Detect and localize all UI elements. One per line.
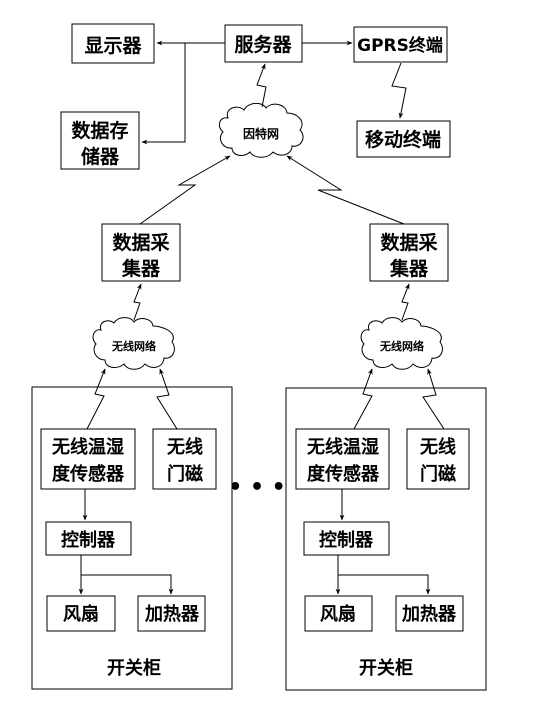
cabinet-left-door-line2: 门磁 xyxy=(167,463,203,485)
cabinet-left-sensor-line1: 无线温湿 xyxy=(52,436,124,458)
gprs-terminal-node: GPRS终端 xyxy=(353,26,448,63)
edge-internet-server xyxy=(256,63,267,108)
server-label: 服务器 xyxy=(234,33,292,56)
cabinet-right-door-line1: 无线 xyxy=(420,436,456,458)
internet-cloud: 因特网 xyxy=(218,102,304,158)
diagram-canvas: 显示器 服务器 GPRS终端 数据存 储器 移动终端 因特网 数据采 集器 数据… xyxy=(0,0,546,724)
switch-cabinet-right: 无线温湿 度传感器 无线 门磁 控制器 风扇 加热器 开关柜 xyxy=(285,368,487,691)
collector-right-node: 数据采 集器 xyxy=(369,223,449,282)
collector-right-label-line2: 集器 xyxy=(389,257,429,280)
cabinet-left-sensor-line2: 度传感器 xyxy=(52,463,125,485)
collector-left-label-line1: 数据采 xyxy=(112,231,169,254)
internet-label: 因特网 xyxy=(243,126,279,141)
cabinet-left-controller-label: 控制器 xyxy=(61,529,116,551)
switch-cabinet-left: 无线温湿 度传感器 无线 门磁 控制器 风扇 加热器 开关柜 xyxy=(31,368,233,690)
data-storage-node: 数据存 储器 xyxy=(60,111,140,170)
edge-collector-left-internet xyxy=(139,155,231,225)
cabinet-right-door-line2: 门磁 xyxy=(420,463,456,485)
edge-gprs-mobile xyxy=(391,62,407,119)
cabinet-right-controller-label: 控制器 xyxy=(319,529,374,551)
diagram-svg: 显示器 服务器 GPRS终端 数据存 储器 移动终端 因特网 数据采 集器 数据… xyxy=(31,23,487,691)
cabinet-left-heater-label: 加热器 xyxy=(144,603,200,625)
edge-wnet-left-collector xyxy=(133,283,142,321)
cabinet-left-label: 开关柜 xyxy=(107,657,161,679)
wireless-net-left-label: 无线网络 xyxy=(111,339,156,353)
display-node: 显示器 xyxy=(71,23,155,64)
collector-left-node: 数据采 集器 xyxy=(101,223,181,282)
cabinet-right-sensor-line2: 度传感器 xyxy=(307,463,380,485)
data-storage-label-line2: 储器 xyxy=(81,145,120,168)
cabinet-right-heater-label: 加热器 xyxy=(401,603,457,625)
cabinet-right-sensor-line1: 无线温湿 xyxy=(307,436,379,458)
wireless-net-left-cloud: 无线网络 xyxy=(92,317,175,370)
cabinet-right-fan-label: 风扇 xyxy=(320,603,356,625)
cabinet-left-fan-label: 风扇 xyxy=(63,603,99,625)
ellipsis-more-cabinets: • • • xyxy=(228,475,286,500)
edge-wnet-right-collector xyxy=(401,283,410,321)
cabinet-right-label: 开关柜 xyxy=(359,657,413,679)
data-storage-label-line1: 数据存 xyxy=(71,119,128,142)
cabinet-left-door-line1: 无线 xyxy=(167,436,203,458)
mobile-terminal-label: 移动终端 xyxy=(365,128,441,151)
gprs-terminal-label: GPRS终端 xyxy=(357,35,443,56)
edge-collector-right-internet xyxy=(286,155,405,225)
collector-left-label-line2: 集器 xyxy=(121,257,161,280)
display-label: 显示器 xyxy=(84,35,142,57)
collector-right-label-line1: 数据采 xyxy=(380,231,437,254)
mobile-terminal-node: 移动终端 xyxy=(356,120,451,158)
wireless-net-right-cloud: 无线网络 xyxy=(360,317,443,370)
wireless-net-right-label: 无线网络 xyxy=(379,339,424,353)
server-node: 服务器 xyxy=(224,24,303,63)
